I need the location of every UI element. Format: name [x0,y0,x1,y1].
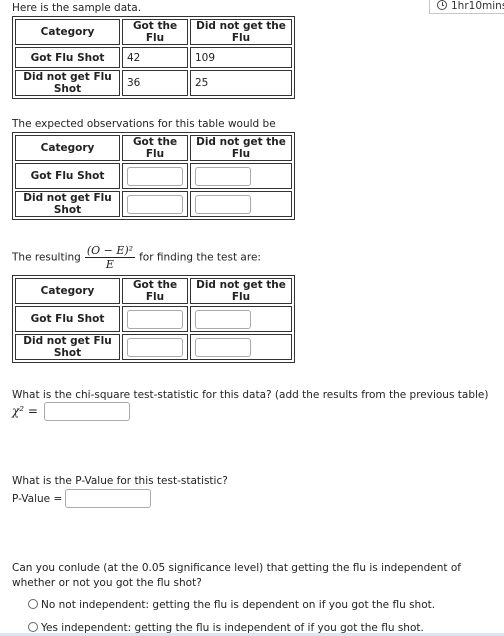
formula-numerator: (O − E)² [84,244,136,258]
cell-no-flu: 25 [190,70,292,96]
table-row: Did not get Flu Shot [15,334,292,360]
pvalue-label: P-Value = [12,492,63,505]
conclude-question: Can you conlude (at the 0.05 significanc… [12,562,461,589]
row-category: Got Flu Shot [15,47,120,68]
expected-table: Category Got the Flu Did not get the Flu… [12,132,295,220]
resulting-intro: The resulting (O − E)² Efor finding the te… [12,244,261,271]
header-category: Category [15,19,120,45]
cell-got-flu: 42 [122,47,188,68]
pvalue-input[interactable] [65,489,152,508]
header-no-flu: Did not get the Flu [190,135,292,161]
chi-row: χ² = [12,402,130,421]
sample-table: Category Got the Flu Did not get the Flu… [12,16,295,99]
chi-square-input[interactable] [43,402,130,421]
header-category: Category [15,278,120,304]
row-category: Did not get Flu Shot [15,334,120,360]
resulting-suffix: for finding the test are: [139,251,261,264]
radio-icon[interactable] [28,599,38,609]
table-row: Got Flu Shot [15,306,292,332]
header-got-flu: Got the Flu [122,19,188,45]
table-row: Got Flu Shot [15,163,292,189]
resulting-prefix: The resulting [12,251,81,264]
option-label: No not independent: getting the flu is d… [41,599,436,611]
clock-icon [437,0,447,10]
pvalue-question: What is the P-Value for this test-statis… [12,475,228,487]
radio-icon[interactable] [28,622,38,632]
timer-badge: 1hr10mins [429,0,504,14]
row-category: Did not get Flu Shot [15,70,120,96]
option-not-independent[interactable]: No not independent: getting the flu is d… [28,599,435,611]
cell-no-flu: 109 [190,47,292,68]
chi-label: χ² = [12,403,38,418]
resulting-got-flu-shot-got-flu-input[interactable] [127,309,183,329]
sample-intro: Here is the sample data. [12,2,142,14]
header-got-flu: Got the Flu [122,135,188,161]
row-category: Got Flu Shot [15,306,120,332]
header-got-flu: Got the Flu [122,278,188,304]
chi-question: What is the chi-square test-statistic fo… [12,389,489,401]
table-header-row: Category Got the Flu Did not get the Flu [15,135,292,161]
table-header-row: Category Got the Flu Did not get the Flu [15,19,292,45]
table-row: Got Flu Shot 42 109 [15,47,292,68]
header-no-flu: Did not get the Flu [190,19,292,45]
header-no-flu: Did not get the Flu [190,278,292,304]
pvalue-row: P-Value = [12,489,152,508]
expected-got-flu-shot-got-flu-input[interactable] [127,166,183,186]
table-row: Did not get Flu Shot 36 25 [15,70,292,96]
resulting-got-flu-shot-no-flu-input[interactable] [195,309,251,329]
formula-denominator: E [105,258,114,271]
header-category: Category [15,135,120,161]
table-header-row: Category Got the Flu Did not get the Flu [15,278,292,304]
expected-got-flu-shot-no-flu-input[interactable] [195,166,251,186]
cell-got-flu: 36 [122,70,188,96]
expected-no-flu-shot-no-flu-input[interactable] [195,194,251,214]
timer-label: 1hr10mins [451,0,504,12]
table-row: Did not get Flu Shot [15,191,292,217]
expected-no-flu-shot-got-flu-input[interactable] [127,194,183,214]
row-category: Did not get Flu Shot [15,191,120,217]
expected-intro: The expected observations for this table… [12,118,276,130]
resulting-table: Category Got the Flu Did not get the Flu… [12,275,295,363]
chi-formula: (O − E)² E [84,244,136,271]
row-category: Got Flu Shot [15,163,120,189]
resulting-no-flu-shot-got-flu-input[interactable] [127,337,183,357]
resulting-no-flu-shot-no-flu-input[interactable] [195,337,251,357]
